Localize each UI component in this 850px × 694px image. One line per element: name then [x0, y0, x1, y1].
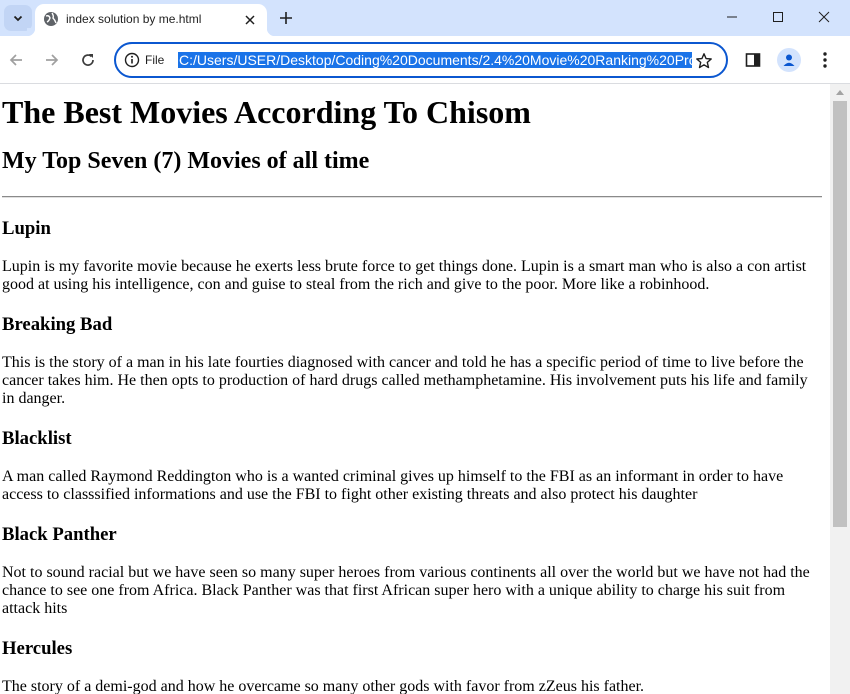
star-icon: [696, 53, 712, 69]
address-bar[interactable]: File C:/Users/USER/Desktop/Coding%20Docu…: [114, 42, 728, 78]
movie-title: Hercules: [2, 638, 73, 659]
triangle-up-icon: [836, 90, 844, 95]
page-subtitle: My Top Seven (7) Movies of all time: [2, 148, 370, 174]
movie-description: Not to sound racial but we have seen so …: [2, 564, 810, 617]
movie-item: Hercules The story of a demi-god and how…: [2, 638, 822, 694]
page-viewport: The Best Movies According To Chisom My T…: [0, 84, 830, 694]
movie-item: Breaking Bad This is the story of a man …: [2, 314, 822, 408]
browser-menu-button[interactable]: [813, 48, 837, 72]
plus-icon: [280, 12, 292, 24]
movie-title: Blacklist: [2, 428, 72, 449]
reload-button[interactable]: [74, 46, 102, 74]
site-info-button[interactable]: File: [124, 51, 164, 69]
url-field[interactable]: C:/Users/USER/Desktop/Coding%20Documents…: [178, 50, 692, 70]
site-info-label: File: [145, 53, 165, 67]
movie-title: Breaking Bad: [2, 314, 113, 335]
maximize-button[interactable]: [755, 0, 801, 34]
movie-title: Black Panther: [2, 524, 117, 545]
back-button[interactable]: [2, 46, 30, 74]
movie-description: Lupin is my favorite movie because he ex…: [2, 258, 807, 293]
more-vert-icon: [823, 52, 827, 68]
close-icon: [245, 15, 255, 25]
movie-item: Black Panther Not to sound racial but we…: [2, 524, 822, 618]
vertical-scrollbar[interactable]: [830, 84, 850, 694]
movie-item: Blacklist A man called Raymond Reddingto…: [2, 428, 822, 504]
scrollbar-thumb[interactable]: [833, 101, 847, 527]
page-content: The Best Movies According To Chisom My T…: [0, 94, 830, 694]
forward-button[interactable]: [38, 46, 66, 74]
browser-toolbar: File C:/Users/USER/Desktop/Coding%20Docu…: [0, 36, 850, 84]
arrow-right-icon: [46, 54, 59, 66]
reload-icon: [82, 54, 94, 66]
close-icon: [818, 11, 830, 23]
divider: [2, 196, 822, 198]
scroll-up-button[interactable]: [830, 84, 850, 100]
movie-description: A man called Raymond Reddington who is a…: [2, 468, 784, 503]
info-icon: [124, 52, 140, 68]
side-panel-icon: [745, 53, 761, 67]
arrow-left-icon: [9, 54, 22, 66]
movie-title: Lupin: [2, 218, 51, 239]
person-icon: [783, 54, 795, 66]
minimize-button[interactable]: [709, 0, 755, 34]
profile-button[interactable]: [777, 48, 801, 72]
tab-strip: index solution by me.html: [0, 0, 850, 36]
movie-description: This is the story of a man in his late f…: [2, 354, 808, 407]
url-text: C:/Users/USER/Desktop/Coding%20Documents…: [178, 52, 692, 68]
active-tab[interactable]: index solution by me.html: [27, 4, 275, 36]
side-panel-button[interactable]: [741, 48, 765, 72]
minimize-icon: [727, 16, 737, 18]
movie-description: The story of a demi-god and how he overc…: [2, 678, 645, 694]
tab-title: index solution by me.html: [66, 12, 202, 26]
close-window-button[interactable]: [801, 0, 847, 34]
chevron-down-icon: [13, 15, 23, 22]
maximize-icon: [773, 12, 783, 22]
globe-icon: [44, 12, 58, 26]
new-tab-button[interactable]: [274, 6, 298, 30]
page-title: The Best Movies According To Chisom: [2, 94, 531, 130]
movie-item: Lupin Lupin is my favorite movie because…: [2, 218, 822, 294]
tab-close-button[interactable]: [241, 11, 259, 29]
bookmark-button[interactable]: [694, 51, 714, 71]
